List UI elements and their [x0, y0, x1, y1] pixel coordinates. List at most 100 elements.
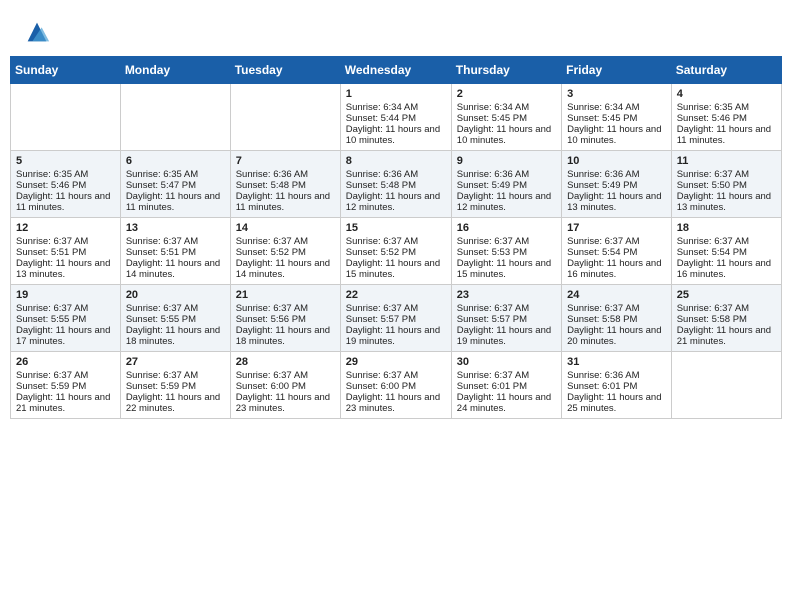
sunset-text: Sunset: 5:55 PM: [126, 314, 196, 325]
weekday-header-thursday: Thursday: [451, 57, 561, 84]
day-number: 30: [457, 356, 556, 368]
sunset-text: Sunset: 6:01 PM: [567, 381, 637, 392]
day-number: 26: [16, 356, 115, 368]
sunset-text: Sunset: 5:54 PM: [677, 247, 747, 258]
sunset-text: Sunset: 5:56 PM: [236, 314, 306, 325]
sunrise-text: Sunrise: 6:37 AM: [346, 370, 418, 381]
daylight-text: Daylight: 11 hours and 11 minutes.: [126, 191, 220, 213]
sunrise-text: Sunrise: 6:37 AM: [677, 303, 749, 314]
sunset-text: Sunset: 5:45 PM: [457, 113, 527, 124]
sunset-text: Sunset: 5:52 PM: [346, 247, 416, 258]
daylight-text: Daylight: 11 hours and 11 minutes.: [16, 191, 110, 213]
sunset-text: Sunset: 5:45 PM: [567, 113, 637, 124]
sunrise-text: Sunrise: 6:37 AM: [16, 236, 88, 247]
day-number: 3: [567, 88, 666, 100]
day-cell: 24Sunrise: 6:37 AMSunset: 5:58 PMDayligh…: [562, 285, 672, 352]
day-cell: [11, 84, 121, 151]
day-number: 31: [567, 356, 666, 368]
daylight-text: Daylight: 11 hours and 10 minutes.: [346, 124, 440, 146]
daylight-text: Daylight: 11 hours and 22 minutes.: [126, 392, 220, 414]
sunrise-text: Sunrise: 6:37 AM: [126, 370, 198, 381]
sunset-text: Sunset: 5:54 PM: [567, 247, 637, 258]
daylight-text: Daylight: 11 hours and 21 minutes.: [16, 392, 110, 414]
daylight-text: Daylight: 11 hours and 10 minutes.: [457, 124, 551, 146]
daylight-text: Daylight: 11 hours and 20 minutes.: [567, 325, 661, 347]
weekday-header-wednesday: Wednesday: [340, 57, 451, 84]
day-cell: 3Sunrise: 6:34 AMSunset: 5:45 PMDaylight…: [562, 84, 672, 151]
sunrise-text: Sunrise: 6:36 AM: [567, 169, 639, 180]
sunrise-text: Sunrise: 6:37 AM: [346, 236, 418, 247]
sunrise-text: Sunrise: 6:37 AM: [567, 236, 639, 247]
day-cell: 23Sunrise: 6:37 AMSunset: 5:57 PMDayligh…: [451, 285, 561, 352]
sunset-text: Sunset: 5:59 PM: [16, 381, 86, 392]
sunset-text: Sunset: 5:49 PM: [457, 180, 527, 191]
sunrise-text: Sunrise: 6:37 AM: [567, 303, 639, 314]
sunrise-text: Sunrise: 6:37 AM: [16, 370, 88, 381]
logo-icon: [23, 18, 51, 46]
day-cell: 10Sunrise: 6:36 AMSunset: 5:49 PMDayligh…: [562, 151, 672, 218]
day-number: 6: [126, 155, 225, 167]
day-number: 24: [567, 289, 666, 301]
day-number: 8: [346, 155, 446, 167]
weekday-header-row: SundayMondayTuesdayWednesdayThursdayFrid…: [11, 57, 782, 84]
sunrise-text: Sunrise: 6:37 AM: [457, 303, 529, 314]
sunrise-text: Sunrise: 6:37 AM: [346, 303, 418, 314]
day-number: 18: [677, 222, 776, 234]
daylight-text: Daylight: 11 hours and 11 minutes.: [677, 124, 771, 146]
sunset-text: Sunset: 5:57 PM: [457, 314, 527, 325]
daylight-text: Daylight: 11 hours and 12 minutes.: [346, 191, 440, 213]
sunrise-text: Sunrise: 6:37 AM: [126, 303, 198, 314]
sunrise-text: Sunrise: 6:37 AM: [126, 236, 198, 247]
day-cell: 11Sunrise: 6:37 AMSunset: 5:50 PMDayligh…: [671, 151, 781, 218]
daylight-text: Daylight: 11 hours and 21 minutes.: [677, 325, 771, 347]
day-cell: 30Sunrise: 6:37 AMSunset: 6:01 PMDayligh…: [451, 352, 561, 419]
daylight-text: Daylight: 11 hours and 19 minutes.: [457, 325, 551, 347]
daylight-text: Daylight: 11 hours and 17 minutes.: [16, 325, 110, 347]
sunrise-text: Sunrise: 6:35 AM: [126, 169, 198, 180]
day-cell: 4Sunrise: 6:35 AMSunset: 5:46 PMDaylight…: [671, 84, 781, 151]
day-number: 1: [346, 88, 446, 100]
sunset-text: Sunset: 5:48 PM: [236, 180, 306, 191]
week-row-5: 26Sunrise: 6:37 AMSunset: 5:59 PMDayligh…: [11, 352, 782, 419]
sunset-text: Sunset: 5:48 PM: [346, 180, 416, 191]
day-number: 21: [236, 289, 335, 301]
sunset-text: Sunset: 5:52 PM: [236, 247, 306, 258]
sunrise-text: Sunrise: 6:37 AM: [457, 370, 529, 381]
weekday-header-sunday: Sunday: [11, 57, 121, 84]
daylight-text: Daylight: 11 hours and 10 minutes.: [567, 124, 661, 146]
day-cell: 5Sunrise: 6:35 AMSunset: 5:46 PMDaylight…: [11, 151, 121, 218]
day-cell: 9Sunrise: 6:36 AMSunset: 5:49 PMDaylight…: [451, 151, 561, 218]
day-number: 11: [677, 155, 776, 167]
daylight-text: Daylight: 11 hours and 18 minutes.: [126, 325, 220, 347]
day-cell: 19Sunrise: 6:37 AMSunset: 5:55 PMDayligh…: [11, 285, 121, 352]
daylight-text: Daylight: 11 hours and 18 minutes.: [236, 325, 330, 347]
day-number: 7: [236, 155, 335, 167]
day-cell: 31Sunrise: 6:36 AMSunset: 6:01 PMDayligh…: [562, 352, 672, 419]
sunrise-text: Sunrise: 6:35 AM: [16, 169, 88, 180]
sunset-text: Sunset: 5:47 PM: [126, 180, 196, 191]
daylight-text: Daylight: 11 hours and 16 minutes.: [567, 258, 661, 280]
sunset-text: Sunset: 5:59 PM: [126, 381, 196, 392]
week-row-1: 1Sunrise: 6:34 AMSunset: 5:44 PMDaylight…: [11, 84, 782, 151]
day-number: 16: [457, 222, 556, 234]
calendar-table: SundayMondayTuesdayWednesdayThursdayFrid…: [10, 56, 782, 419]
sunset-text: Sunset: 6:00 PM: [346, 381, 416, 392]
daylight-text: Daylight: 11 hours and 13 minutes.: [567, 191, 661, 213]
day-cell: 17Sunrise: 6:37 AMSunset: 5:54 PMDayligh…: [562, 218, 672, 285]
day-cell: 27 Sunrise: 6:37 AMSunset: 5:59 PMDayligh…: [120, 352, 230, 419]
day-number: 27: [126, 356, 225, 368]
sunrise-text: Sunrise: 6:36 AM: [236, 169, 308, 180]
weekday-header-friday: Friday: [562, 57, 672, 84]
day-cell: 15Sunrise: 6:37 AMSunset: 5:52 PMDayligh…: [340, 218, 451, 285]
daylight-text: Daylight: 11 hours and 15 minutes.: [457, 258, 551, 280]
day-cell: 16Sunrise: 6:37 AMSunset: 5:53 PMDayligh…: [451, 218, 561, 285]
logo: [20, 18, 51, 46]
day-number: 5: [16, 155, 115, 167]
sunrise-text: Sunrise: 6:37 AM: [236, 303, 308, 314]
day-cell: 8Sunrise: 6:36 AMSunset: 5:48 PMDaylight…: [340, 151, 451, 218]
day-cell: 2Sunrise: 6:34 AMSunset: 5:45 PMDaylight…: [451, 84, 561, 151]
sunset-text: Sunset: 6:01 PM: [457, 381, 527, 392]
sunset-text: Sunset: 5:46 PM: [677, 113, 747, 124]
day-cell: [671, 352, 781, 419]
daylight-text: Daylight: 11 hours and 25 minutes.: [567, 392, 661, 414]
